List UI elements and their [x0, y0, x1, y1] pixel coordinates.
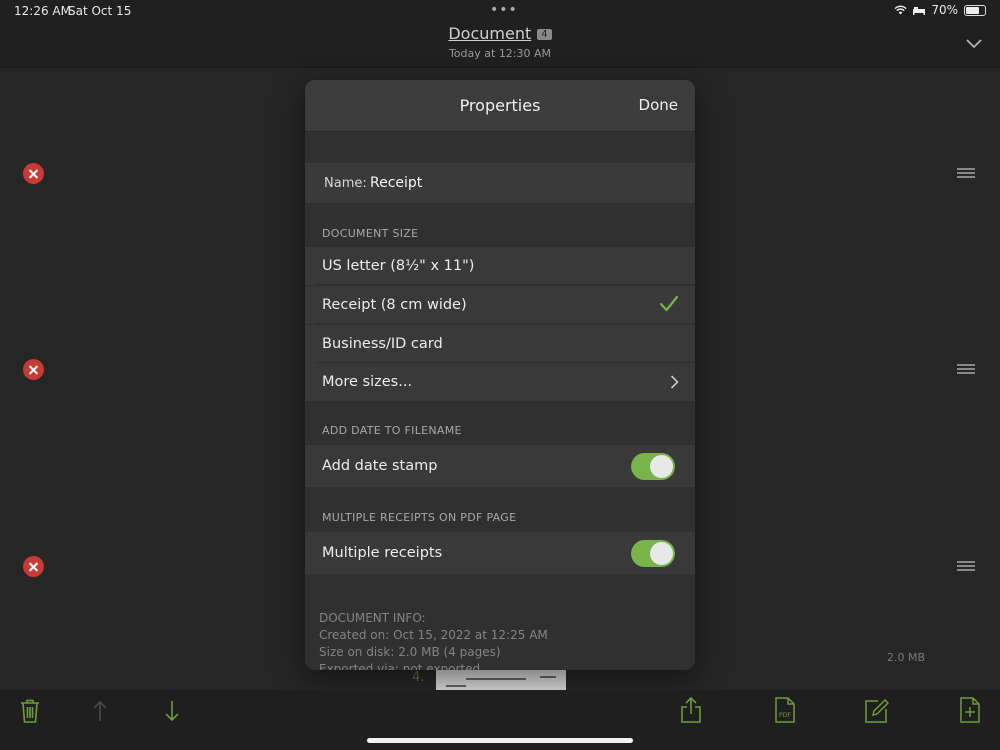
add-date-stamp-label: Add date stamp	[322, 458, 438, 474]
info-header: DOCUMENT INFO:	[319, 611, 426, 625]
drag-handle-icon[interactable]	[957, 364, 975, 374]
name-label: Name:	[324, 176, 367, 191]
pdf-icon[interactable]: PDF	[774, 696, 796, 724]
battery-icon	[964, 4, 986, 16]
edit-icon[interactable]	[864, 696, 890, 724]
size-option-receipt[interactable]: Receipt (8 cm wide)	[305, 286, 695, 324]
section-document-size: DOCUMENT SIZE	[322, 227, 419, 240]
size-option-label: US letter (8½" x 11")	[322, 258, 475, 274]
add-page-icon[interactable]	[959, 696, 981, 724]
drag-handle-icon[interactable]	[957, 561, 975, 571]
document-header: 12:26 AM Sat Oct 15 ••• 70% Document 4 To…	[0, 0, 1000, 68]
svg-text:PDF: PDF	[779, 712, 791, 719]
name-field-row[interactable]: Name: Receipt	[305, 163, 695, 203]
size-option-label: More sizes...	[322, 374, 413, 390]
status-date: Sat Oct 15	[68, 4, 132, 18]
multiple-receipts-label: Multiple receipts	[322, 545, 443, 561]
arrow-up-icon[interactable]	[92, 700, 108, 722]
done-button[interactable]: Done	[639, 96, 678, 114]
info-size: Size on disk: 2.0 MB (4 pages)	[319, 645, 501, 659]
chevron-right-icon	[670, 375, 679, 389]
status-time: 12:26 AM	[14, 4, 71, 18]
size-option-us-letter[interactable]: US letter (8½" x 11")	[305, 247, 695, 285]
page-count-badge: 4	[537, 29, 552, 40]
add-date-stamp-toggle[interactable]	[631, 453, 675, 480]
properties-modal: Properties Done Name: Receipt DOCUMENT S…	[305, 80, 695, 670]
delete-page-button[interactable]	[23, 163, 44, 184]
page-size-label: 2.0 MB	[887, 651, 926, 664]
multitask-dots-icon[interactable]: •••	[490, 2, 518, 18]
doc-title-wrap: Document 4	[0, 24, 1000, 43]
page-thumbnail[interactable]	[436, 670, 566, 692]
size-option-more-sizes[interactable]: More sizes...	[305, 363, 695, 401]
delete-page-button[interactable]	[23, 556, 44, 577]
chevron-down-icon[interactable]	[966, 36, 982, 52]
modal-header: Properties Done	[305, 80, 695, 132]
status-right: 70%	[894, 3, 986, 17]
arrow-down-icon[interactable]	[164, 700, 180, 722]
battery-percent: 70%	[931, 3, 958, 17]
modal-title: Properties	[459, 96, 541, 115]
name-input[interactable]: Receipt	[370, 175, 422, 191]
share-icon[interactable]	[680, 696, 702, 724]
size-option-label: Business/ID card	[322, 336, 443, 352]
checkmark-icon	[659, 295, 679, 312]
document-title[interactable]: Document	[448, 24, 531, 43]
size-option-business-card[interactable]: Business/ID card	[305, 325, 695, 363]
size-option-label: Receipt (8 cm wide)	[322, 297, 467, 313]
drag-handle-icon[interactable]	[957, 168, 975, 178]
status-bar: 12:26 AM Sat Oct 15 ••• 70%	[0, 0, 1000, 24]
delete-page-button[interactable]	[23, 359, 44, 380]
section-multiple-receipts: MULTIPLE RECEIPTS ON PDF PAGE	[322, 511, 517, 524]
page-number: 4.	[412, 670, 425, 685]
wifi-icon	[894, 5, 907, 15]
trash-icon[interactable]	[19, 698, 41, 724]
multiple-receipts-toggle[interactable]	[631, 540, 675, 567]
home-indicator[interactable]	[367, 738, 633, 743]
info-exported: Exported via: not exported	[319, 662, 481, 670]
section-add-date: ADD DATE TO FILENAME	[322, 424, 462, 437]
add-date-stamp-row: Add date stamp	[305, 445, 695, 487]
document-subtitle: Today at 12:30 AM	[448, 47, 552, 60]
sleep-icon	[913, 6, 926, 15]
multiple-receipts-row: Multiple receipts	[305, 532, 695, 574]
info-created: Created on: Oct 15, 2022 at 12:25 AM	[319, 628, 548, 642]
